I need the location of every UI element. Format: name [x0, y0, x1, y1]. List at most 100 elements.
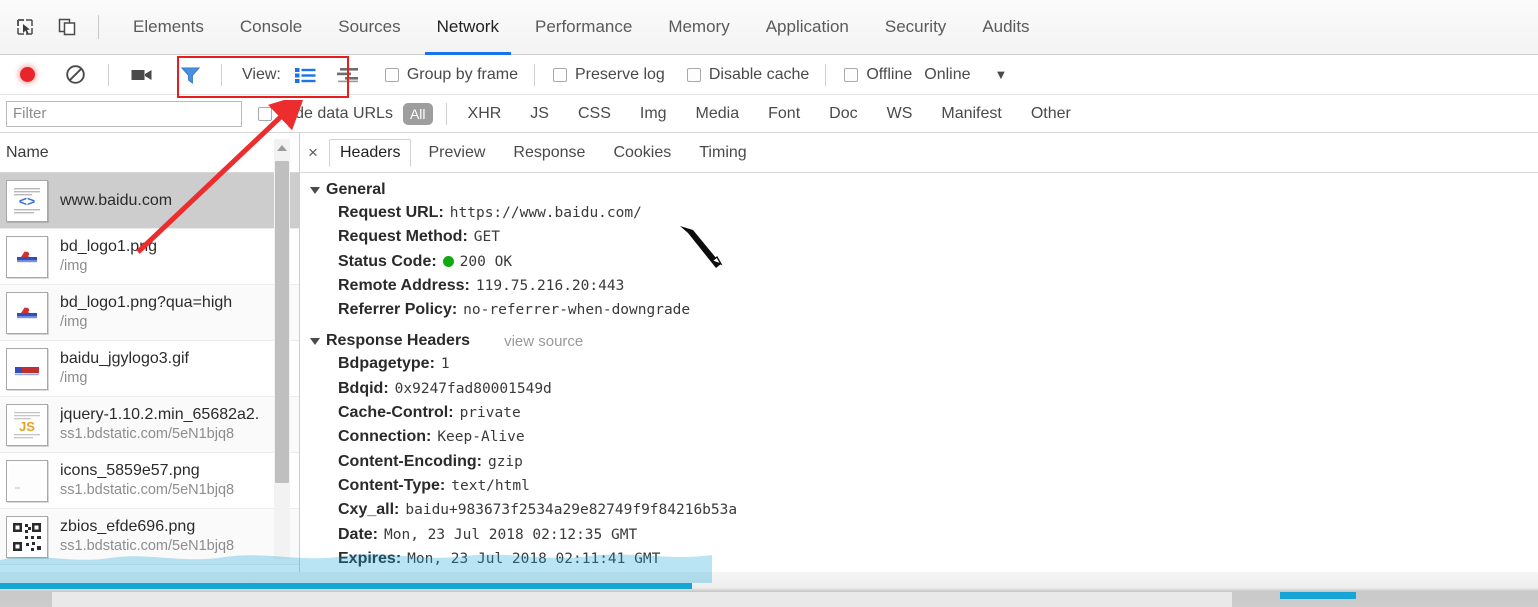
- header-row: Remote Address: 119.75.216.20:443: [310, 274, 1538, 298]
- checkbox-box[interactable]: [384, 67, 399, 82]
- checkbox-box[interactable]: [844, 67, 859, 82]
- offline-checkbox[interactable]: Offline: [844, 66, 912, 84]
- disable-cache-checkbox[interactable]: Disable cache: [686, 66, 809, 84]
- checkbox-box[interactable]: [258, 106, 272, 121]
- request-path: /img: [60, 258, 88, 275]
- table-row[interactable]: bd_logo1.png?qua=high /img: [0, 285, 299, 341]
- header-key: Expires:: [338, 549, 402, 567]
- scroll-up-arrow-icon[interactable]: [277, 145, 287, 151]
- header-row: Request Method: GET: [310, 225, 1538, 249]
- tab-elements[interactable]: Elements: [115, 0, 222, 55]
- request-path: /img: [60, 370, 88, 387]
- header-value: 119.75.216.20:443: [475, 277, 625, 294]
- devtools-tool-icons: [0, 14, 115, 40]
- header-value: 200 OK: [459, 253, 513, 270]
- group-by-frame-label: Group by frame: [406, 65, 518, 83]
- tab-response[interactable]: Response: [502, 139, 596, 167]
- type-filter-manifest[interactable]: Manifest: [933, 103, 1009, 125]
- request-name: bd_logo1.png: [60, 238, 157, 256]
- type-filter-doc[interactable]: Doc: [821, 103, 865, 125]
- triangle-down-icon: [310, 186, 320, 194]
- type-filter-ws[interactable]: WS: [879, 103, 921, 125]
- checkbox-box[interactable]: [553, 67, 567, 82]
- header-key: Bdqid:: [338, 379, 389, 397]
- type-filter-other[interactable]: Other: [1023, 103, 1079, 125]
- column-header-name[interactable]: Name: [0, 133, 299, 173]
- type-filter-font[interactable]: Font: [760, 103, 808, 125]
- devtools-tabs: Elements Console Sources Network Perform…: [115, 0, 1048, 55]
- header-value: 0x9247fad80001549d: [394, 380, 552, 397]
- tab-timing[interactable]: Timing: [688, 139, 757, 167]
- record-button-icon[interactable]: [14, 62, 40, 88]
- table-row[interactable]: <> www.baidu.com: [0, 173, 299, 229]
- header-value: gzip: [487, 453, 523, 470]
- tab-network[interactable]: Network: [419, 0, 517, 55]
- table-row[interactable]: icons_5859e57.png ss1.bdstatic.com/5eN1b…: [0, 453, 299, 509]
- request-rows[interactable]: <> www.baidu.com bd_logo1.png /img bd_lo…: [0, 173, 299, 607]
- type-filter-media[interactable]: Media: [688, 103, 748, 125]
- close-icon[interactable]: ×: [300, 133, 326, 173]
- request-name: zbios_efde696.png: [60, 518, 196, 536]
- toggle-device-toolbar-icon[interactable]: [54, 14, 80, 40]
- header-key: Status Code:: [338, 252, 437, 270]
- javascript-file-icon: JS: [6, 403, 48, 446]
- tab-headers[interactable]: Headers: [329, 138, 412, 167]
- tab-application[interactable]: Application: [748, 0, 867, 55]
- preserve-log-checkbox[interactable]: Preserve log: [553, 66, 665, 84]
- header-row: Request URL: https://www.baidu.com/: [310, 201, 1538, 225]
- image-qrcode-icon: [6, 515, 48, 558]
- throttling-select[interactable]: Online: [924, 66, 970, 84]
- network-filter-bar: Hide data URLs All XHR JS CSS Img Media …: [0, 95, 1538, 133]
- request-detail-panel: × Headers Preview Response Cookies Timin…: [300, 133, 1538, 607]
- hide-data-urls-checkbox[interactable]: Hide data URLs: [258, 105, 393, 123]
- tab-cookies[interactable]: Cookies: [602, 139, 682, 167]
- header-key: Connection:: [338, 428, 432, 446]
- table-row[interactable]: JS jquery-1.10.2.min_65682a2. ss1.bdstat…: [0, 397, 299, 453]
- header-row: Status Code: 200 OK: [310, 250, 1538, 274]
- view-source-link[interactable]: view source: [504, 333, 583, 350]
- tab-preview[interactable]: Preview: [417, 139, 496, 167]
- chevron-down-icon[interactable]: ▼: [995, 67, 1008, 82]
- checkbox-box[interactable]: [686, 67, 701, 82]
- type-filter-all[interactable]: All: [402, 102, 433, 125]
- request-path: /img: [60, 314, 88, 331]
- table-row[interactable]: bd_logo1.png /img: [0, 229, 299, 285]
- headers-content: General Request URL: https://www.baidu.c…: [300, 173, 1538, 595]
- group-by-frame-checkbox[interactable]: Group by frame: [384, 65, 518, 84]
- svg-text:JS: JS: [19, 419, 35, 434]
- funnel-icon[interactable]: [177, 62, 203, 88]
- type-filter-img[interactable]: Img: [632, 103, 675, 125]
- request-list-panel: Name <> www.baidu.com bd_logo1.png /img …: [0, 133, 300, 607]
- header-key: Cache-Control:: [338, 404, 454, 422]
- waterfall-view-icon[interactable]: [335, 63, 361, 87]
- clear-icon[interactable]: [62, 62, 88, 88]
- tab-security[interactable]: Security: [867, 0, 964, 55]
- toolbar-divider: [108, 63, 109, 86]
- camera-icon[interactable]: [129, 62, 155, 88]
- table-row[interactable]: zbios_efde696.png ss1.bdstatic.com/5eN1b…: [0, 509, 299, 565]
- type-filter-js[interactable]: JS: [522, 103, 557, 125]
- tab-console[interactable]: Console: [222, 0, 320, 55]
- devtools-tab-bar: Elements Console Sources Network Perform…: [0, 0, 1538, 55]
- network-main-area: Name <> www.baidu.com bd_logo1.png /img …: [0, 133, 1538, 607]
- request-list-scrollbar[interactable]: [274, 139, 290, 559]
- tab-sources[interactable]: Sources: [320, 0, 418, 55]
- general-section-header[interactable]: General: [310, 181, 1538, 199]
- type-filter-css[interactable]: CSS: [570, 103, 619, 125]
- window-bottom-inner: [52, 592, 1232, 607]
- response-headers-section-header[interactable]: Response Headers view source: [310, 332, 1538, 350]
- inspect-element-icon[interactable]: [12, 14, 38, 40]
- toolbar-divider: [534, 63, 535, 86]
- list-view-icon[interactable]: [293, 63, 319, 87]
- request-name: icons_5859e57.png: [60, 462, 200, 480]
- type-filter-xhr[interactable]: XHR: [460, 103, 510, 125]
- offline-label: Offline: [866, 65, 913, 83]
- header-key: Bdpagetype:: [338, 355, 435, 373]
- tab-performance[interactable]: Performance: [517, 0, 650, 55]
- header-value[interactable]: https://www.baidu.com/: [450, 201, 642, 225]
- filter-input[interactable]: [6, 100, 242, 127]
- tab-audits[interactable]: Audits: [964, 0, 1047, 55]
- scrollbar-thumb[interactable]: [275, 161, 289, 483]
- table-row[interactable]: baidu_jgylogo3.gif /img: [0, 341, 299, 397]
- tab-memory[interactable]: Memory: [650, 0, 747, 55]
